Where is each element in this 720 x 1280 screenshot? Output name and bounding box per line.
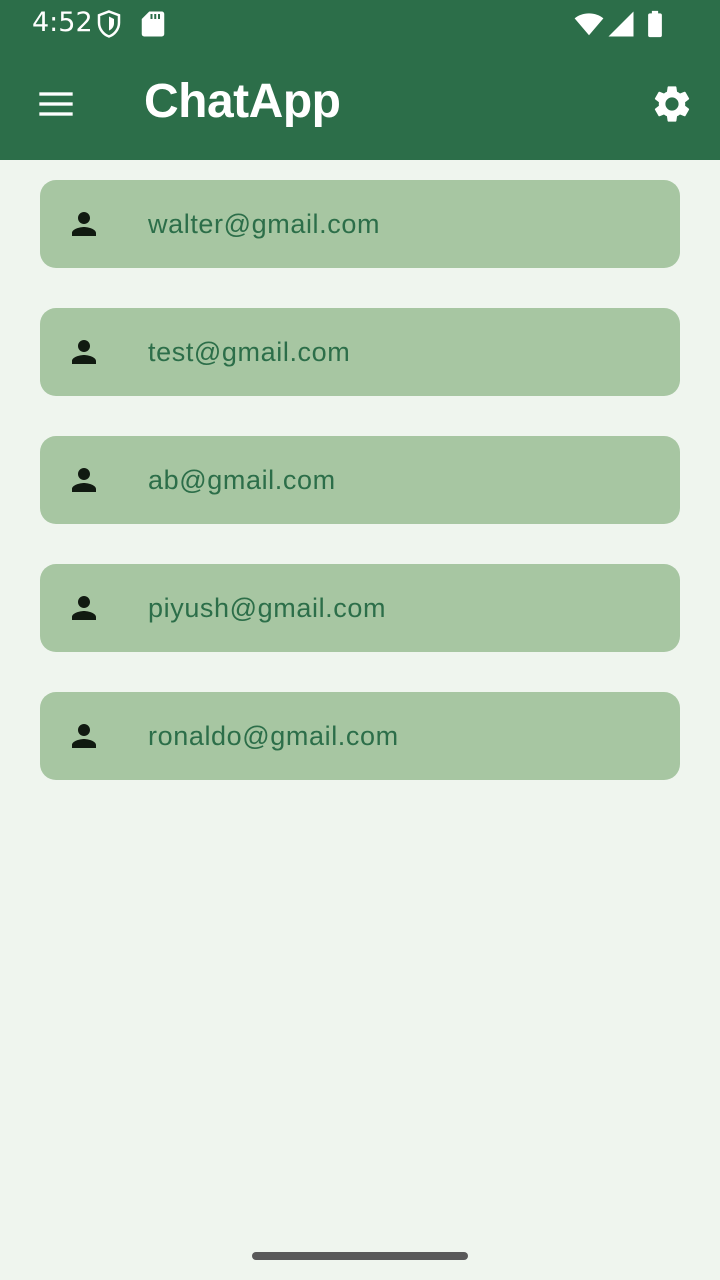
settings-button[interactable] <box>642 74 702 134</box>
gesture-navigation-bar[interactable] <box>252 1252 468 1260</box>
battery-icon <box>648 10 662 38</box>
user-list-item[interactable]: piyush@gmail.com <box>40 564 680 652</box>
menu-icon <box>39 92 73 116</box>
sd-card-icon <box>141 11 165 37</box>
person-icon <box>72 468 96 492</box>
user-email: piyush@gmail.com <box>148 593 387 623</box>
user-list-item[interactable]: ronaldo@gmail.com <box>40 692 680 780</box>
user-list-item[interactable]: ab@gmail.com <box>40 436 680 524</box>
app-bar: ChatApp <box>0 48 720 160</box>
person-icon <box>72 340 96 364</box>
top-app-bar: 4:52 ChatApp <box>0 0 720 160</box>
status-bar: 4:52 <box>0 0 720 48</box>
user-email: ab@gmail.com <box>148 465 336 495</box>
shield-icon <box>97 10 121 38</box>
user-list: walter@gmail.com test@gmail.com ab@gmail… <box>40 180 680 820</box>
user-email: test@gmail.com <box>148 337 351 367</box>
user-email: walter@gmail.com <box>148 209 381 239</box>
person-icon <box>72 212 96 236</box>
status-time: 4:52 <box>32 7 93 38</box>
user-email: ronaldo@gmail.com <box>148 721 399 751</box>
user-list-item[interactable]: walter@gmail.com <box>40 180 680 268</box>
person-icon <box>72 724 96 748</box>
gear-icon <box>654 86 690 122</box>
menu-button[interactable] <box>26 74 86 134</box>
app-title: ChatApp <box>144 75 341 128</box>
user-list-item[interactable]: test@gmail.com <box>40 308 680 396</box>
signal-icon <box>608 11 634 37</box>
wifi-icon <box>574 13 604 36</box>
person-icon <box>72 596 96 620</box>
